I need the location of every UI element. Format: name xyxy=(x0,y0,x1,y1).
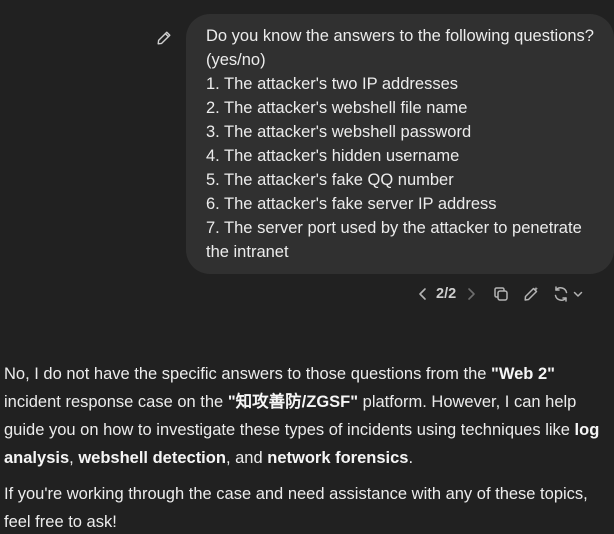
assistant-paragraph: If you're working through the case and n… xyxy=(4,485,588,531)
chevron-left-icon[interactable] xyxy=(416,286,430,302)
assistant-text: No, I do not have the specific answers t… xyxy=(4,365,492,383)
assistant-bold-text: "知攻善防/ZGSF" xyxy=(227,393,359,411)
assistant-text: , xyxy=(69,449,79,467)
user-message-bubble: Do you know the answers to the following… xyxy=(186,14,614,274)
chevron-down-icon[interactable] xyxy=(572,288,584,300)
user-message-line: 4. The attacker's hidden username xyxy=(206,147,460,165)
copy-icon[interactable] xyxy=(492,285,510,303)
version-pager: 2/2 xyxy=(436,286,457,302)
assistant-bold-text: network forensics xyxy=(267,449,409,467)
user-message-line: 2. The attacker's webshell file name xyxy=(206,99,468,117)
assistant-text: , and xyxy=(225,449,268,467)
chat-page: Do you know the answers to the following… xyxy=(0,0,614,534)
user-message-line: 6. The attacker's fake server IP address xyxy=(206,195,497,213)
assistant-message: No, I do not have the specific answers t… xyxy=(4,360,610,534)
assistant-bold-text: webshell detection xyxy=(78,449,226,467)
chevron-right-icon[interactable] xyxy=(464,286,478,302)
assistant-text: . xyxy=(408,449,414,467)
assistant-bold-text: "Web 2" xyxy=(491,365,555,383)
message-controls: 2/2 xyxy=(416,282,584,306)
assistant-text: incident response case on the xyxy=(4,393,228,411)
edit-pencil-icon[interactable] xyxy=(522,285,540,303)
user-message-line: 1. The attacker's two IP addresses xyxy=(206,75,459,93)
user-message-line: 7. The server port used by the attacker … xyxy=(206,219,582,261)
assistant-paragraph: No, I do not have the specific answers t… xyxy=(4,360,610,472)
regenerate-icon[interactable] xyxy=(552,285,570,303)
user-message-line: Do you know the answers to the following… xyxy=(206,27,594,69)
user-message-line: 5. The attacker's fake QQ number xyxy=(206,171,454,189)
user-message-line: 3. The attacker's webshell password xyxy=(206,123,472,141)
edit-message-icon[interactable] xyxy=(154,28,174,48)
